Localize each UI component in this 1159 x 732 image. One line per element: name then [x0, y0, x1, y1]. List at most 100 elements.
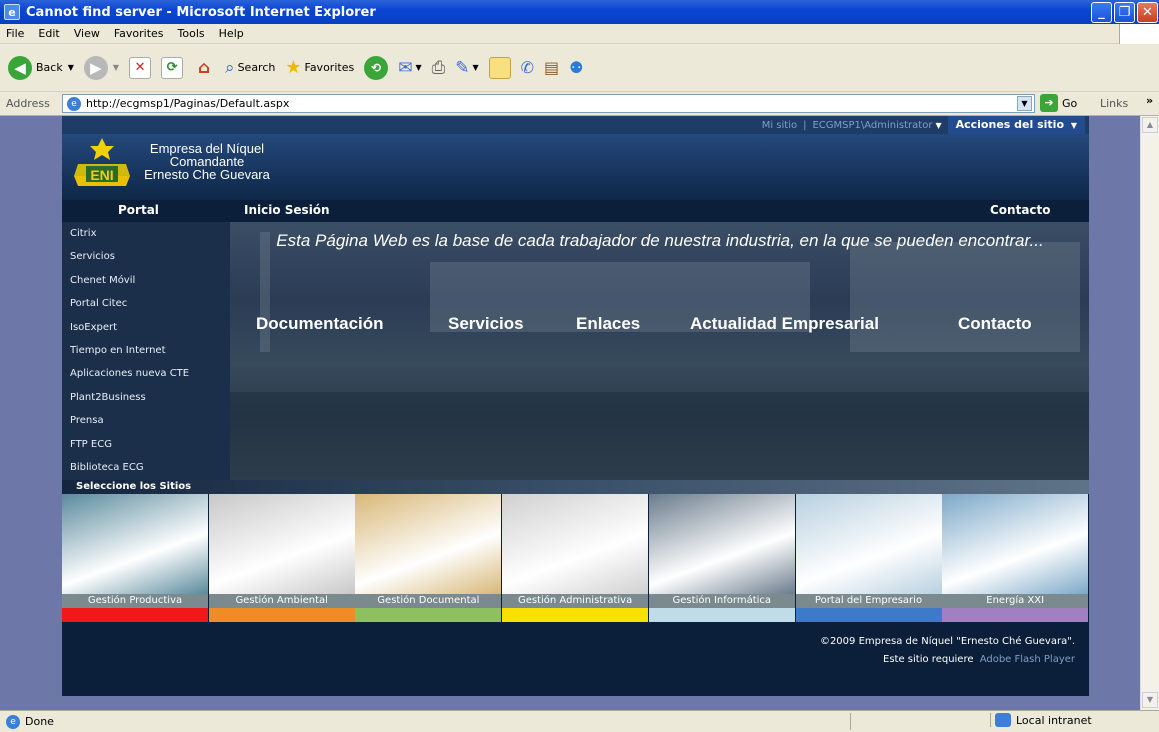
scroll-down-icon[interactable]: ▼ — [1142, 692, 1158, 708]
hero-link-documentacion[interactable]: Documentación — [256, 314, 384, 334]
back-dropdown-icon[interactable]: ▼ — [68, 63, 74, 72]
hero-link-contacto[interactable]: Contacto — [958, 314, 1032, 334]
print-icon[interactable]: ⎙ — [432, 58, 446, 78]
sidebar-item-prensa[interactable]: Prensa — [62, 409, 230, 432]
menu-view[interactable]: View — [74, 27, 100, 40]
sidebar-item-portal-citec[interactable]: Portal Citec — [62, 292, 230, 315]
sidebar-item-aplicaciones-cte[interactable]: Aplicaciones nueva CTE — [62, 362, 230, 385]
mail-dropdown-icon[interactable]: ▼ — [415, 63, 421, 72]
tile-label[interactable]: Gestión Productiva — [62, 594, 208, 608]
tile-label[interactable]: Gestión Documental — [355, 594, 502, 608]
address-url: http://ecgmsp1/Paginas/Default.aspx — [86, 97, 290, 110]
links-label[interactable]: Links — [1100, 97, 1128, 110]
close-button[interactable]: ✕ — [1137, 2, 1158, 23]
tile-image[interactable] — [795, 494, 942, 594]
go-button[interactable]: ➔ Go — [1040, 94, 1077, 112]
address-label: Address — [6, 97, 50, 110]
users-icon[interactable]: ⚉ — [569, 58, 583, 77]
hero-link-actualidad[interactable]: Actualidad Empresarial — [690, 314, 879, 334]
search-button[interactable]: ⌕ Search — [225, 58, 275, 78]
sidebar-item-servicios[interactable]: Servicios — [62, 245, 230, 268]
nav-inicio-sesion[interactable]: Inicio Sesión — [244, 203, 330, 217]
back-arrow-icon: ◀ — [8, 55, 32, 80]
tile-label[interactable]: Gestión Ambiental — [208, 594, 355, 608]
scroll-up-icon[interactable]: ▲ — [1142, 117, 1158, 133]
links-chevron-icon[interactable]: » — [1146, 94, 1153, 107]
maximize-button[interactable]: ❐ — [1114, 2, 1135, 23]
tile-label[interactable]: Energía XXI — [942, 594, 1089, 608]
forward-dropdown-icon[interactable]: ▼ — [113, 63, 119, 72]
site-actions-button[interactable]: Acciones del sitio ▼ — [947, 116, 1085, 134]
sidebar-item-citrix[interactable]: Citrix — [62, 222, 230, 245]
site-tile-energia-xxi[interactable]: Energía XXI — [942, 494, 1089, 626]
sidebar-item-biblioteca-ecg[interactable]: Biblioteca ECG — [62, 456, 230, 479]
menu-help[interactable]: Help — [219, 27, 244, 40]
flash-player-link[interactable]: Adobe Flash Player — [980, 654, 1075, 665]
menu-file[interactable]: File — [6, 27, 24, 40]
refresh-icon[interactable]: ⟳ — [161, 56, 184, 79]
go-arrow-icon: ➔ — [1040, 94, 1058, 112]
sidebar: Citrix Servicios Chenet Móvil Portal Cit… — [62, 222, 230, 480]
tile-image[interactable] — [62, 494, 208, 594]
hero-link-enlaces[interactable]: Enlaces — [576, 314, 640, 334]
edit-icon[interactable]: ✎ — [455, 58, 469, 78]
tile-color-bar — [208, 608, 355, 622]
sidebar-item-isoexpert[interactable]: IsoExpert — [62, 316, 230, 339]
address-input[interactable]: e http://ecgmsp1/Paginas/Default.aspx ▼ — [62, 94, 1035, 113]
nav-contacto[interactable]: Contacto — [990, 203, 1051, 217]
top-separator: | — [803, 119, 807, 131]
site-tile-gestion-administrativa[interactable]: Gestión Administrativa — [502, 494, 649, 626]
toolbar: ◀ Back ▼ ▶ ▼ ✕ ⟳ ⌂ ⌕ Search ★ Favorites … — [0, 44, 1159, 92]
mi-sitio-link[interactable]: Mi sitio — [762, 120, 797, 131]
tile-image[interactable] — [942, 494, 1089, 594]
windows-logo-icon — [1119, 24, 1159, 44]
site-tile-gestion-informatica[interactable]: Gestión Informática — [648, 494, 795, 626]
tile-image[interactable] — [355, 494, 502, 594]
hero-link-servicios[interactable]: Servicios — [448, 314, 524, 334]
edit-dropdown-icon[interactable]: ▼ — [472, 63, 478, 72]
tile-label[interactable]: Gestión Administrativa — [502, 594, 649, 608]
favorites-star-icon: ★ — [285, 57, 302, 78]
address-dropdown-icon[interactable]: ▼ — [1017, 96, 1032, 111]
site-tile-gestion-ambiental[interactable]: Gestión Ambiental — [208, 494, 355, 626]
status-text: Done — [25, 715, 54, 728]
site-tile-gestion-documental[interactable]: Gestión Documental — [355, 494, 502, 626]
favorites-button[interactable]: ★ Favorites — [285, 57, 354, 78]
site-actions-label: Acciones del sitio — [955, 118, 1064, 131]
sidebar-item-plant2business[interactable]: Plant2Business — [62, 386, 230, 409]
back-button[interactable]: ◀ Back ▼ — [8, 55, 74, 80]
messenger-icon[interactable]: ✆ — [521, 58, 534, 77]
folder-icon[interactable] — [488, 56, 511, 79]
nav-portal[interactable]: Portal — [118, 203, 159, 217]
menu-edit[interactable]: Edit — [38, 27, 59, 40]
tile-color-bar — [502, 608, 649, 622]
tile-color-bar — [355, 608, 502, 622]
home-icon[interactable]: ⌂ — [193, 57, 215, 79]
site-tile-portal-empresario[interactable]: Portal del Empresario — [795, 494, 942, 626]
sidebar-item-chenet-movil[interactable]: Chenet Móvil — [62, 269, 230, 292]
tile-image[interactable] — [208, 494, 355, 594]
minimize-button[interactable]: _ — [1091, 2, 1112, 23]
mail-icon[interactable]: ✉ — [398, 58, 412, 78]
hero-banner: Esta Página Web es la base de cada traba… — [230, 222, 1089, 480]
site-tile-gestion-productiva[interactable]: Gestión Productiva — [62, 494, 208, 626]
forward-button[interactable]: ▶ ▼ — [83, 55, 119, 80]
zone-text: Local intranet — [1016, 713, 1092, 727]
user-dropdown-icon[interactable]: ▼ — [935, 121, 941, 130]
tile-color-bar — [795, 608, 942, 622]
tile-image[interactable] — [502, 494, 649, 594]
tile-color-bar — [942, 608, 1089, 622]
sidebar-item-ftp-ecg[interactable]: FTP ECG — [62, 433, 230, 456]
tile-label[interactable]: Portal del Empresario — [795, 594, 942, 608]
stop-icon[interactable]: ✕ — [129, 56, 152, 79]
history-icon[interactable]: ⟲ — [364, 55, 389, 80]
tile-label[interactable]: Gestión Informática — [648, 594, 795, 608]
tile-image[interactable] — [648, 494, 795, 594]
user-menu[interactable]: ECGMSP1\Administrator — [812, 120, 932, 131]
menu-tools[interactable]: Tools — [178, 27, 205, 40]
tile-color-bar — [62, 608, 208, 622]
menu-favorites[interactable]: Favorites — [114, 27, 164, 40]
vertical-scrollbar[interactable]: ▲ ▼ — [1140, 116, 1159, 710]
research-icon[interactable]: ▤ — [544, 58, 559, 77]
sidebar-item-tiempo-internet[interactable]: Tiempo en Internet — [62, 339, 230, 362]
